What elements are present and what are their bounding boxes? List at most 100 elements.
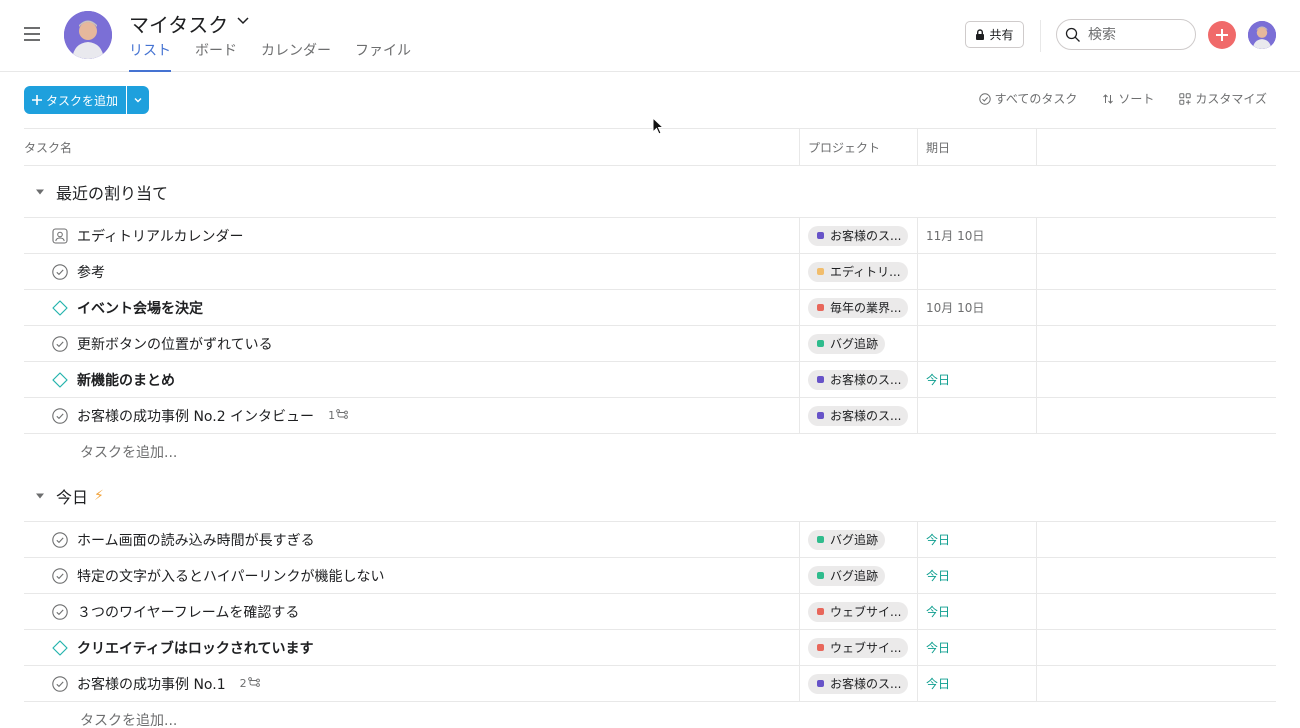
due-date-cell[interactable]: 10月 10日 <box>918 290 1037 325</box>
subtask-count[interactable]: 2 <box>240 677 260 690</box>
project-color-dot <box>817 304 824 311</box>
add-task-inline[interactable]: タスクを追加... <box>24 434 1276 470</box>
table-row[interactable]: ホーム画面の読み込み時間が長すぎる バグ追跡 今日 <box>24 522 1276 558</box>
tab-1[interactable]: ボード <box>195 40 237 72</box>
project-pill[interactable]: 毎年の業界... <box>808 297 909 318</box>
column-header-task-name[interactable]: タスク名 <box>24 129 800 165</box>
hamburger-menu-icon[interactable] <box>24 27 40 41</box>
due-date-cell[interactable]: 今日 <box>918 558 1037 593</box>
task-name: ホーム画面の読み込み時間が長すぎる <box>77 532 315 549</box>
project-cell[interactable]: お客様のス... <box>800 398 918 433</box>
milestone-icon[interactable] <box>52 639 68 656</box>
tab-2[interactable]: カレンダー <box>261 40 331 72</box>
caret-down-icon[interactable] <box>24 492 56 500</box>
milestone-icon[interactable] <box>52 299 68 316</box>
due-date-cell[interactable]: 今日 <box>918 522 1037 557</box>
tab-0[interactable]: リスト <box>129 40 171 72</box>
project-pill[interactable]: ウェブサイ... <box>808 601 909 622</box>
profile-avatar[interactable] <box>1248 21 1276 49</box>
check-circle-icon[interactable] <box>52 675 68 692</box>
project-cell[interactable]: バグ追跡 <box>800 522 918 557</box>
project-pill[interactable]: エディトリ... <box>808 261 908 282</box>
task-name-cell[interactable]: 参考 <box>24 254 800 289</box>
task-name-cell[interactable]: ３つのワイヤーフレームを確認する <box>24 594 800 629</box>
add-task-button[interactable]: タスクを追加 <box>24 86 127 114</box>
project-cell[interactable]: お客様のス... <box>800 218 918 253</box>
tab-3[interactable]: ファイル <box>355 40 411 72</box>
search-box[interactable] <box>1056 19 1196 50</box>
project-pill[interactable]: バグ追跡 <box>808 529 886 550</box>
table-row[interactable]: 特定の文字が入るとハイパーリンクが機能しない バグ追跡 今日 <box>24 558 1276 594</box>
chevron-down-icon[interactable] <box>236 13 250 27</box>
check-circle-icon[interactable] <box>52 567 68 584</box>
subtask-count[interactable]: 1 <box>328 409 348 422</box>
add-task-split-button: タスクを追加 <box>24 86 150 114</box>
table-row[interactable]: 新機能のまとめ お客様のス... 今日 <box>24 362 1276 398</box>
due-date-cell[interactable] <box>918 398 1037 433</box>
project-cell[interactable]: お客様のス... <box>800 362 918 397</box>
column-header-due-date[interactable]: 期日 <box>918 129 1037 165</box>
due-date-cell[interactable] <box>918 254 1037 289</box>
project-cell[interactable]: バグ追跡 <box>800 326 918 361</box>
check-circle-icon[interactable] <box>52 263 68 280</box>
task-name-cell[interactable]: クリエイティブはロックされています <box>24 630 800 665</box>
project-pill[interactable]: お客様のス... <box>808 225 909 246</box>
table-row[interactable]: エディトリアルカレンダー お客様のス... 11月 10日 <box>24 218 1276 254</box>
task-name-cell[interactable]: 新機能のまとめ <box>24 362 800 397</box>
caret-down-icon[interactable] <box>24 188 56 196</box>
due-date-cell[interactable]: 11月 10日 <box>918 218 1037 253</box>
project-cell[interactable]: ウェブサイ... <box>800 594 918 629</box>
user-portrait-icon <box>64 11 112 59</box>
project-color-dot <box>817 572 824 579</box>
section-header[interactable]: 今日 ⚡ <box>24 470 1276 522</box>
project-pill[interactable]: お客様のス... <box>808 405 909 426</box>
project-pill[interactable]: バグ追跡 <box>808 333 886 354</box>
task-name-cell[interactable]: 特定の文字が入るとハイパーリンクが機能しない <box>24 558 800 593</box>
check-circle-icon[interactable] <box>52 407 68 424</box>
task-name-cell[interactable]: エディトリアルカレンダー <box>24 218 800 253</box>
task-name-cell[interactable]: イベント会場を決定 <box>24 290 800 325</box>
project-name: バグ追跡 <box>830 569 879 583</box>
section-header[interactable]: 最近の割り当て <box>24 166 1276 218</box>
due-date-cell[interactable]: 今日 <box>918 630 1037 665</box>
approval-icon[interactable] <box>52 227 68 244</box>
quick-add-button[interactable] <box>1208 21 1236 49</box>
due-date-cell[interactable] <box>918 326 1037 361</box>
project-pill[interactable]: お客様のス... <box>808 673 909 694</box>
search-input[interactable] <box>1088 26 1178 43</box>
table-row[interactable]: お客様の成功事例 No.2 インタビュー 1 お客様のス... <box>24 398 1276 434</box>
share-button[interactable]: 共有 <box>965 21 1024 48</box>
table-row[interactable]: 更新ボタンの位置がずれている バグ追跡 <box>24 326 1276 362</box>
filter-all-tasks-button[interactable]: すべてのタスク <box>978 90 1077 107</box>
add-task-dropdown-button[interactable] <box>127 86 150 114</box>
table-row[interactable]: お客様の成功事例 No.1 2 お客様のス... 今日 <box>24 666 1276 702</box>
due-date-cell[interactable]: 今日 <box>918 362 1037 397</box>
task-name-cell[interactable]: お客様の成功事例 No.2 インタビュー 1 <box>24 398 800 433</box>
due-date-cell[interactable]: 今日 <box>918 594 1037 629</box>
project-cell[interactable]: エディトリ... <box>800 254 918 289</box>
due-date-cell[interactable]: 今日 <box>918 666 1037 701</box>
table-row[interactable]: ３つのワイヤーフレームを確認する ウェブサイ... 今日 <box>24 594 1276 630</box>
table-row[interactable]: 参考 エディトリ... <box>24 254 1276 290</box>
task-name-cell[interactable]: お客様の成功事例 No.1 2 <box>24 666 800 701</box>
project-cell[interactable]: お客様のス... <box>800 666 918 701</box>
project-pill[interactable]: ウェブサイ... <box>808 637 909 658</box>
task-name-cell[interactable]: ホーム画面の読み込み時間が長すぎる <box>24 522 800 557</box>
project-cell[interactable]: 毎年の業界... <box>800 290 918 325</box>
project-pill[interactable]: バグ追跡 <box>808 565 886 586</box>
check-circle-icon[interactable] <box>52 335 68 352</box>
customize-button[interactable]: カスタマイズ <box>1179 90 1267 107</box>
table-row[interactable]: クリエイティブはロックされています ウェブサイ... 今日 <box>24 630 1276 666</box>
add-task-inline[interactable]: タスクを追加... <box>24 702 1276 728</box>
column-header-project[interactable]: プロジェクト <box>800 129 918 165</box>
check-circle-icon[interactable] <box>52 531 68 548</box>
project-pill[interactable]: お客様のス... <box>808 369 909 390</box>
subtask-icon <box>247 677 260 690</box>
table-row[interactable]: イベント会場を決定 毎年の業界... 10月 10日 <box>24 290 1276 326</box>
milestone-icon[interactable] <box>52 371 68 388</box>
project-cell[interactable]: バグ追跡 <box>800 558 918 593</box>
task-name-cell[interactable]: 更新ボタンの位置がずれている <box>24 326 800 361</box>
sort-button[interactable]: ソート <box>1102 90 1154 107</box>
project-cell[interactable]: ウェブサイ... <box>800 630 918 665</box>
check-circle-icon[interactable] <box>52 603 68 620</box>
